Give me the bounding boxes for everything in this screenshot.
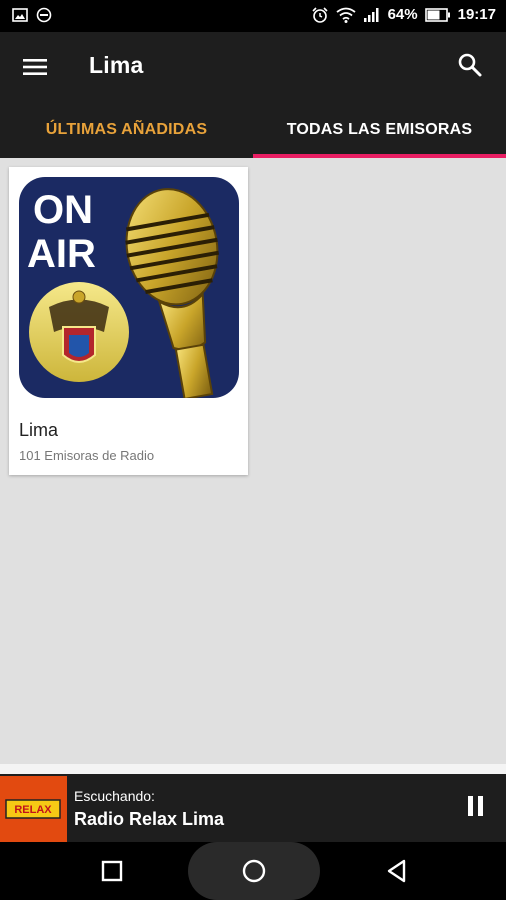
status-bar: 64% 19:17 xyxy=(0,0,506,32)
pause-icon[interactable] xyxy=(468,796,486,818)
no-entry-icon xyxy=(36,7,52,23)
tab-label: ÚLTIMAS AÑADIDAS xyxy=(45,121,208,138)
on-air-microphone-artwork: ON AIR xyxy=(19,177,239,398)
station-grid: ON AIR Lima 101 Emisoras de Radio xyxy=(0,158,506,768)
status-bar-right: 64% 19:17 xyxy=(311,5,496,25)
card-title: Lima xyxy=(19,420,59,440)
card-subtitle: 101 Emisoras de Radio xyxy=(19,448,155,463)
recents-icon[interactable] xyxy=(99,858,125,884)
battery-icon xyxy=(424,8,450,22)
now-playing-station: Radio Relax Lima xyxy=(74,809,225,829)
back-icon[interactable] xyxy=(384,858,410,884)
hamburger-menu-icon[interactable] xyxy=(22,54,48,80)
station-logo: RELAX xyxy=(0,776,67,842)
tab-todas-las-emisoras[interactable]: TODAS LAS EMISORAS xyxy=(253,102,506,158)
status-bar-left xyxy=(12,7,52,23)
now-playing-label: Escuchando: xyxy=(74,788,155,804)
home-icon[interactable] xyxy=(241,858,267,884)
logo-text: RELAX xyxy=(14,804,52,816)
search-icon[interactable] xyxy=(456,51,484,79)
divider xyxy=(0,764,506,774)
signal-icon xyxy=(363,8,379,22)
image-icon xyxy=(12,8,28,22)
city-card-lima[interactable]: ON AIR Lima 101 Emisoras de Radio xyxy=(9,167,248,475)
clock: 19:17 xyxy=(457,6,496,23)
tab-ultimas-anadidas[interactable]: ÚLTIMAS AÑADIDAS xyxy=(0,102,253,158)
on-air-line2: AIR xyxy=(27,232,96,276)
on-air-line1: ON xyxy=(33,188,93,232)
alarm-icon xyxy=(312,7,328,23)
battery-percentage: 64% xyxy=(387,6,418,23)
system-nav-bar xyxy=(0,842,506,900)
tab-label: TODAS LAS EMISORAS xyxy=(286,121,473,138)
page-title: Lima xyxy=(89,52,144,78)
app-bar: Lima xyxy=(0,32,506,102)
now-playing-bar[interactable]: RELAX Escuchando: Radio Relax Lima xyxy=(0,774,506,842)
relax-logo-icon: RELAX xyxy=(0,776,67,842)
wifi-icon xyxy=(336,7,356,23)
tab-bar: ÚLTIMAS AÑADIDAS TODAS LAS EMISORAS xyxy=(0,102,506,158)
